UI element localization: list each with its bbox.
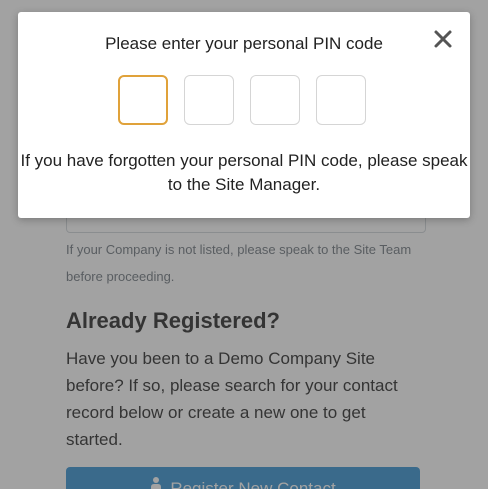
- pin-modal: Please enter your personal PIN code If y…: [18, 12, 470, 218]
- modal-title: Please enter your personal PIN code: [105, 34, 383, 53]
- page: If your Company is not listed, please sp…: [0, 0, 488, 489]
- forgotten-pin-hint: If you have forgotten your personal PIN …: [20, 151, 468, 194]
- close-icon-svg: [434, 30, 452, 48]
- pin-digit-1[interactable]: [118, 75, 168, 125]
- pin-digit-3[interactable]: [250, 75, 300, 125]
- close-button[interactable]: [430, 26, 456, 52]
- pin-digit-2[interactable]: [184, 75, 234, 125]
- close-icon: [430, 30, 456, 55]
- pin-input-group: [118, 75, 370, 127]
- pin-digit-4[interactable]: [316, 75, 366, 125]
